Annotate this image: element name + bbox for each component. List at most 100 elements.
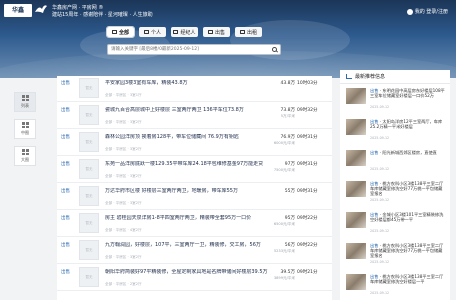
listing-title[interactable]: 东苑一品洋房底跃一楼129.35平带车库24.18平包维修基金97万能走贷 bbox=[105, 161, 283, 167]
chart-icon bbox=[346, 74, 352, 79]
agent-icon bbox=[173, 30, 179, 34]
recommend-thumbnail[interactable] bbox=[346, 212, 366, 228]
listing-time: 09时21分 bbox=[297, 270, 318, 275]
listing-thumbnail[interactable]: 暂无 bbox=[79, 186, 99, 206]
listing-unit-price: 3899元/平米 bbox=[273, 276, 295, 280]
recommend-thumbnail[interactable] bbox=[346, 150, 366, 166]
recommend-item[interactable]: 出售 · 阳光新城西郊区楼房，直使直 2025-09-12 bbox=[346, 150, 446, 172]
listing-thumbnail[interactable]: 暂无 bbox=[79, 78, 99, 98]
recommend-text[interactable]: 出售 · 东明花园中高层房东好楼层108平三室车位储藏室好楼层一口价52万 bbox=[370, 88, 446, 98]
listing-tag: 出售 bbox=[61, 189, 70, 194]
site-title: 华鑫房产网 · 平房网 ® bbox=[52, 5, 104, 11]
listing-meta: 全部 · 平房区 · 3室2厅 bbox=[105, 174, 142, 178]
login-link[interactable]: 我的 登录/注册 bbox=[406, 8, 448, 15]
recommend-item[interactable]: 出售 · 太阳岛洋房12平三室两厅，车库25.2万精一平米好楼层 2025-09… bbox=[346, 119, 446, 141]
user-icon bbox=[406, 8, 413, 15]
recommend-text[interactable]: 出售 · 金城小区3楼101平三室精装修洗空好楼层都45万带一平 bbox=[370, 212, 446, 222]
listing-row[interactable]: 出售 暂无 平安家园3楼3室有车库，精装43.8万 全部 · 平房区 · 3室1… bbox=[57, 76, 332, 102]
listing-title[interactable]: 瓷城九百合高层城中上好楼层 三室两厅两卫 136平车位73.8万 bbox=[105, 107, 283, 113]
recommend-date: 2025-09-12 bbox=[370, 105, 390, 109]
listing-title[interactable]: 朝阳华府简装好97平精装修，全屋定制家具地是名牌带储间好楼层39.5万 bbox=[105, 269, 283, 275]
recommend-text[interactable]: 出售 · 桃方农科小区3楼138平三室二厅车库储藏室修洗空好77万桃一平包储藏室… bbox=[370, 181, 446, 196]
tab-label: 经纪人 bbox=[180, 29, 196, 36]
recommend-date: 2025-09-12 bbox=[370, 198, 390, 202]
listing-row[interactable]: 出售 暂无 万达华府市区楼 好楼层三室两厅两卫，地暖房，带车库55万 全部 · … bbox=[57, 184, 332, 210]
listing-title[interactable]: 房主 碧桂园天泉洋房1-8平四室两厅两卫，精装带全套95万一口价 bbox=[105, 215, 283, 221]
recommend-thumbnail[interactable] bbox=[346, 243, 366, 259]
tab-label: 全部 bbox=[118, 29, 129, 36]
listing-price: 39.5万 bbox=[280, 270, 295, 275]
listing-row[interactable]: 出售 暂无 朝阳华府简装好97平精装修，全屋定制家具地是名牌带储间好楼层39.5… bbox=[57, 265, 332, 291]
recommend-thumbnail[interactable] bbox=[346, 274, 366, 290]
rent-icon bbox=[239, 30, 245, 34]
recommend-item[interactable]: 出售 · 桃方农科小区3楼138平三室二厅车库储藏室修洗空好77万桃一平包储藏室… bbox=[346, 243, 446, 265]
recommend-item[interactable]: 出售 · 金城小区3楼101平三室精装修洗空好楼层都45万带一平 2025-09… bbox=[346, 212, 446, 234]
listing-tag: 出售 bbox=[61, 162, 70, 167]
listing-time: 09时22分 bbox=[297, 243, 318, 248]
listing-thumbnail[interactable]: 暂无 bbox=[79, 132, 99, 152]
tab-agent[interactable]: 经纪人 bbox=[171, 27, 198, 37]
recommend-text[interactable]: 出售 · 桃方农科小区3楼138平三室二厅车库储藏室修洗空好楼层一平 bbox=[370, 274, 446, 284]
top-bar: 华鑫 华鑫房产网 · 平房网 ® 建站15周年 · 感谢陪伴 · 星河璀璨 · … bbox=[0, 0, 456, 24]
listing-tag: 出售 bbox=[61, 216, 70, 221]
listing-time: 09时31分 bbox=[297, 162, 318, 167]
listing-unit-price: 6000元/平米 bbox=[273, 141, 295, 145]
recommend-date: 2025-09-12 bbox=[370, 167, 390, 171]
listing-row[interactable]: 出售 暂无 房主 碧桂园天泉洋房1-8平四室两厅两卫，精装带全套95万一口价 全… bbox=[57, 211, 332, 237]
listing-tag: 出售 bbox=[61, 243, 70, 248]
recommend-thumbnail[interactable] bbox=[346, 181, 366, 197]
search-icon[interactable] bbox=[272, 47, 277, 52]
tab-all[interactable]: 全部 bbox=[106, 26, 135, 38]
listing-tag: 出售 bbox=[61, 135, 70, 140]
listing-title[interactable]: 九方翰润园，好楼层，107平，三室两厅一卫，精装修，交工房，56万 bbox=[105, 242, 283, 248]
recommend-title-text: 阳光新城西郊区楼房，直使直 bbox=[382, 150, 437, 155]
tab-rent[interactable]: 出租 bbox=[235, 27, 262, 37]
site-logo[interactable]: 华鑫 bbox=[4, 4, 32, 17]
list-view-icon bbox=[21, 95, 29, 101]
grid-icon bbox=[111, 30, 117, 34]
view-switcher: 列表 中图 大图 bbox=[14, 92, 36, 173]
recommend-item[interactable]: 出售 · 桃方农科小区3楼138平三室二厅车库储藏室修洗空好楼层一平 2025-… bbox=[346, 274, 446, 296]
tab-sale[interactable]: 出售 bbox=[203, 27, 230, 37]
listing-title[interactable]: 森林公园洋房顶 挨着房128平，带车位储藏间 76.9万有钥匙 bbox=[105, 134, 283, 140]
listing-thumbnail[interactable]: 暂无 bbox=[79, 240, 99, 260]
listing-row[interactable]: 出售 暂无 九方翰润园，好楼层，107平，三室两厅一卫，精装修，交工房，56万 … bbox=[57, 238, 332, 264]
recommend-title-text: 金城小区3楼101平三室精装修洗空好楼层都45万带一平 bbox=[370, 212, 444, 222]
listing-meta: 全部 · 平房区 · 3室2厅 bbox=[105, 201, 142, 205]
tab-label: 出租 bbox=[246, 29, 257, 36]
listing-meta: 全部 · 平房区 · 2室2厅 bbox=[105, 282, 142, 286]
recommend-header: 最新推荐信息 bbox=[340, 70, 450, 84]
listing-thumbnail[interactable]: 暂无 bbox=[79, 159, 99, 179]
view-list-button[interactable]: 列表 bbox=[14, 92, 36, 112]
tab-label: 个人 bbox=[150, 29, 161, 36]
listing-meta: 全部 · 平房区 · 3室1厅 bbox=[105, 93, 142, 97]
listing-unit-price: 5233元/平米 bbox=[273, 249, 295, 253]
listing-row[interactable]: 出售 暂无 东苑一品洋房底跃一楼129.35平带车库24.18平包维修基金97万… bbox=[57, 157, 332, 183]
listing-price: 43.8万 bbox=[280, 81, 295, 86]
listing-row[interactable]: 出售 暂无 森林公园洋房顶 挨着房128平，带车位储藏间 76.9万有钥匙 全部… bbox=[57, 130, 332, 156]
recommend-item[interactable]: 出售 · 东明花园中高层房东好楼层108平三室车位储藏室好楼层一口价52万 20… bbox=[346, 88, 446, 110]
view-label: 中图 bbox=[21, 130, 29, 135]
listing-list: 出售 暂无 平安家园3楼3室有车库，精装43.8万 全部 · 平房区 · 3室1… bbox=[57, 76, 332, 300]
recommend-title-text: 太阳岛洋房12平三室两厅，车库25.2万精一平米好楼层 bbox=[370, 119, 443, 129]
view-large-button[interactable]: 大图 bbox=[14, 146, 36, 166]
recommend-thumbnail[interactable] bbox=[346, 88, 366, 104]
recommend-item[interactable]: 出售 · 桃方农科小区3楼138平三室二厅车库储藏室修洗空好77万桃一平包储藏室… bbox=[346, 181, 446, 203]
listing-thumbnail[interactable]: 暂无 bbox=[79, 105, 99, 125]
listing-title[interactable]: 平安家园3楼3室有车库，精装43.8万 bbox=[105, 80, 283, 86]
listing-title[interactable]: 万达华府市区楼 好楼层三室两厅两卫，地暖房，带车库55万 bbox=[105, 188, 283, 194]
category-tabs: 全部 个人 经纪人 出售 出租 bbox=[106, 26, 262, 38]
recommend-text[interactable]: 出售 · 阳光新城西郊区楼房，直使直 bbox=[370, 150, 446, 155]
view-medium-button[interactable]: 中图 bbox=[14, 119, 36, 139]
tab-personal[interactable]: 个人 bbox=[139, 27, 166, 37]
listing-thumbnail[interactable]: 暂无 bbox=[79, 213, 99, 233]
login-text: 我的 登录/注册 bbox=[414, 9, 448, 15]
listing-thumbnail[interactable]: 暂无 bbox=[79, 267, 99, 287]
listing-price: 56万 bbox=[284, 243, 295, 248]
search-input[interactable] bbox=[108, 45, 268, 54]
recommend-thumbnail[interactable] bbox=[346, 119, 366, 135]
listing-row[interactable]: 出售 暂无 瓷城九百合高层城中上好楼层 三室两厅两卫 136平车位73.8万 全… bbox=[57, 103, 332, 129]
recommend-text[interactable]: 出售 · 太阳岛洋房12平三室两厅，车库25.2万精一平米好楼层 bbox=[370, 119, 446, 129]
recommend-date: 2025-09-12 bbox=[370, 229, 390, 233]
recommend-text[interactable]: 出售 · 桃方农科小区3楼138平三室二厅车库储藏室修洗空好77万桃一平包储藏室… bbox=[370, 243, 446, 258]
